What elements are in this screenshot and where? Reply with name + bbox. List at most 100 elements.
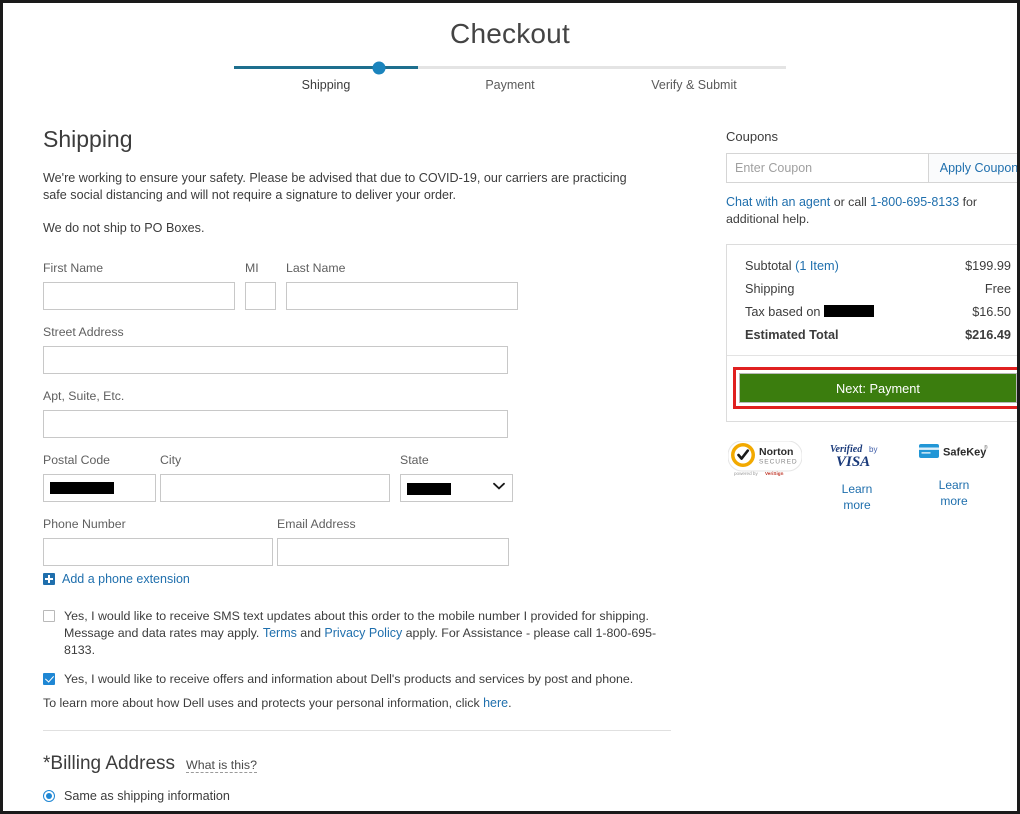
visa-learn-more-link[interactable]: Learn more: [834, 481, 880, 513]
verified-by-visa-badge: Verified by VISA Learn more: [826, 441, 888, 513]
email-address-input[interactable]: [277, 538, 509, 566]
sms-optin-checkbox[interactable]: [43, 610, 55, 622]
state-select-wrap[interactable]: [400, 474, 513, 502]
postal-code-input-wrap: [43, 474, 156, 502]
next-payment-button[interactable]: Next: Payment: [739, 373, 1017, 403]
step-verify-label: Verify & Submit: [651, 78, 737, 92]
last-name-label: Last Name: [286, 261, 346, 275]
amex-safekey-badge: SafeKey ® Learn more: [918, 441, 990, 509]
subtotal-value: $199.99: [965, 259, 1011, 273]
shipping-cost-label: Shipping: [745, 282, 795, 296]
first-name-label: First Name: [43, 261, 104, 275]
step-active-dot-icon: [372, 61, 386, 74]
street-address-row: Street Address: [43, 325, 673, 374]
chat-with-agent-link[interactable]: Chat with an agent: [726, 195, 830, 209]
street-address-label: Street Address: [43, 325, 124, 339]
billing-address-title: *Billing Address: [43, 753, 176, 774]
billing-address-header: *Billing Address What is this?: [43, 753, 673, 775]
checkout-columns: Shipping We're working to ensure your sa…: [3, 126, 1017, 811]
coupons-heading: Coupons: [726, 129, 779, 144]
summary-row-subtotal: Subtotal (1 Item) $199.99: [745, 259, 1011, 273]
coupon-input[interactable]: [726, 153, 928, 183]
phone-email-row: Phone Number Email Address: [43, 517, 673, 566]
mi-input[interactable]: [245, 282, 276, 310]
checkout-page: Checkout Shipping Payment Verify & Submi…: [3, 18, 1017, 811]
apt-suite-field-group: Apt, Suite, Etc.: [43, 389, 508, 438]
subtotal-item-count: (1 Item): [795, 259, 839, 273]
postal-code-redaction-bar: [50, 482, 114, 494]
apt-suite-input[interactable]: [43, 410, 508, 438]
apply-coupon-button[interactable]: Apply Coupon: [928, 153, 1017, 183]
svg-text:SECURED: SECURED: [759, 459, 798, 466]
marketing-optin-text: Yes, I would like to receive offers and …: [64, 672, 634, 686]
last-name-field-group: Last Name: [286, 261, 518, 310]
email-address-label: Email Address: [277, 517, 356, 531]
coupon-form: Apply Coupon: [726, 153, 1017, 183]
subtotal-label-wrap: Subtotal (1 Item): [745, 259, 839, 273]
summary-row-total: Estimated Total $216.49: [745, 328, 1011, 342]
covid-notice: We're working to ensure your safety. Ple…: [43, 171, 627, 202]
mi-field-group: MI: [245, 261, 276, 310]
plus-icon: [43, 573, 55, 585]
city-label: City: [160, 453, 182, 467]
order-summary-box: Subtotal (1 Item) $199.99 Shipping Free …: [726, 244, 1017, 422]
support-phone-link[interactable]: 1-800-695-8133: [870, 195, 959, 209]
mi-label: MI: [245, 261, 259, 275]
postal-code-label: Postal Code: [43, 453, 110, 467]
step-payment[interactable]: Payment: [418, 66, 602, 92]
email-address-field-group: Email Address: [277, 517, 509, 566]
step-payment-bar: [418, 66, 602, 69]
billing-option-same[interactable]: Same as shipping information: [43, 789, 673, 803]
city-field-group: City: [160, 453, 390, 502]
add-phone-extension-button[interactable]: Add a phone extension: [43, 572, 673, 586]
step-payment-label: Payment: [485, 78, 535, 92]
checkout-stepper: Shipping Payment Verify & Submit: [234, 61, 786, 92]
sms-optin-text: Yes, I would like to receive SMS text up…: [64, 608, 664, 659]
street-address-input[interactable]: [43, 346, 508, 374]
estimated-total-value: $216.49: [965, 328, 1011, 342]
step-verify-bar: [602, 66, 786, 69]
tax-label-wrap: Tax based on: [745, 305, 874, 319]
last-name-input[interactable]: [286, 282, 518, 310]
postal-code-field-group: Postal Code: [43, 453, 156, 502]
phone-number-label: Phone Number: [43, 517, 126, 531]
state-label: State: [400, 453, 429, 467]
sms-optin-row: Yes, I would like to receive SMS text up…: [43, 608, 673, 659]
tax-location-redaction-bar: [824, 305, 874, 317]
browser-page-frame: Checkout Shipping Payment Verify & Submi…: [0, 0, 1020, 814]
city-input[interactable]: [160, 474, 390, 502]
svg-text:powered by: powered by: [734, 471, 758, 476]
step-shipping[interactable]: Shipping: [234, 61, 418, 92]
marketing-optin-row: Yes, I would like to receive offers and …: [43, 671, 673, 688]
chat-help-text: Chat with an agent or call 1-800-695-813…: [726, 194, 1017, 228]
phone-number-input[interactable]: [43, 538, 273, 566]
step-shipping-label: Shipping: [301, 78, 351, 92]
summary-divider: [727, 355, 1017, 356]
step-shipping-bar: [234, 61, 418, 74]
safekey-learn-more-link[interactable]: Learn more: [931, 477, 977, 509]
street-address-field-group: Street Address: [43, 325, 508, 374]
marketing-optin-checkbox[interactable]: [43, 673, 55, 685]
norton-secured-badge: Norton SECURED powered by VeriSign: [727, 440, 803, 477]
svg-text:VeriSign: VeriSign: [765, 471, 784, 476]
section-divider: [43, 730, 671, 731]
norton-secured-icon: Norton SECURED powered by VeriSign: [727, 440, 803, 477]
tax-value: $16.50: [972, 305, 1011, 319]
svg-text:®: ®: [984, 444, 988, 451]
page-title: Checkout: [450, 18, 570, 49]
order-summary-column: Coupons Apply Coupon Chat with an agent …: [726, 126, 1017, 513]
chat-mid-text: or call: [830, 195, 871, 209]
shipping-heading: Shipping: [43, 126, 133, 152]
first-name-input[interactable]: [43, 282, 235, 310]
po-box-notice: We do not ship to PO Boxes.: [43, 221, 205, 235]
billing-same-radio[interactable]: [43, 790, 55, 802]
privacy-policy-link[interactable]: Privacy Policy: [324, 626, 402, 640]
terms-link[interactable]: Terms: [263, 626, 297, 640]
state-redaction-bar: [407, 483, 451, 495]
billing-same-label: Same as shipping information: [64, 789, 230, 803]
privacy-here-link[interactable]: here: [483, 696, 508, 710]
shipping-column: Shipping We're working to ensure your sa…: [43, 126, 673, 811]
subtotal-label: Subtotal: [745, 259, 796, 273]
step-verify-submit[interactable]: Verify & Submit: [602, 66, 786, 92]
what-is-this-link[interactable]: What is this?: [186, 758, 257, 773]
